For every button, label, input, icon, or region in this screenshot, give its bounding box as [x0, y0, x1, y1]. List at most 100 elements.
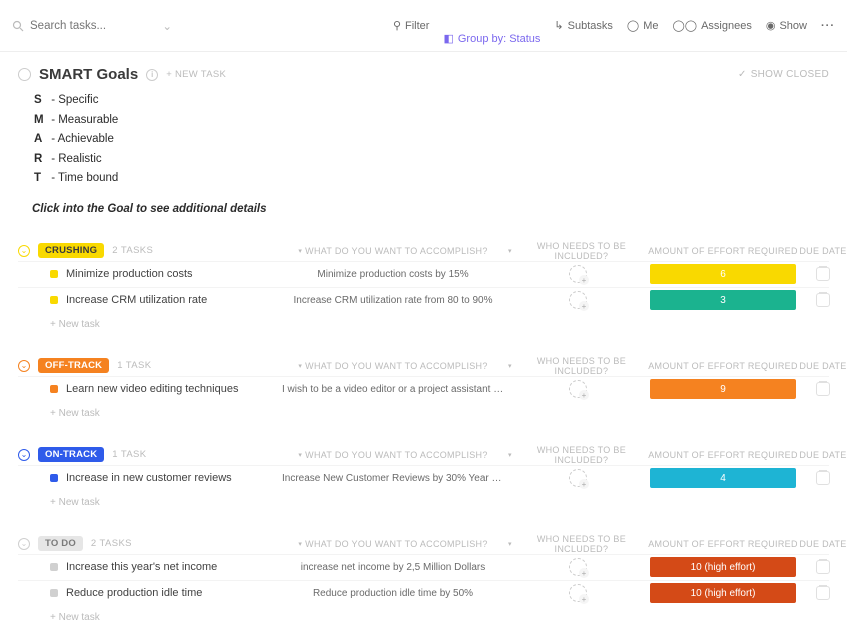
col-due: DUE DATE: [798, 361, 847, 371]
task-desc: Minimize production costs by 15%: [278, 269, 508, 280]
people-icon: ◯◯: [672, 19, 697, 32]
search-input[interactable]: [30, 20, 130, 32]
calendar-icon: [816, 586, 830, 600]
col-included: ▾WHO NEEDS TO BE INCLUDED?: [508, 534, 648, 554]
due-date-cell[interactable]: [798, 267, 847, 281]
assignee-avatar-icon[interactable]: [569, 584, 587, 602]
col-effort: AMOUNT OF EFFORT REQUIRED: [648, 246, 798, 256]
col-accomplish: ▾WHAT DO YOU WANT TO ACCOMPLISH?: [278, 361, 508, 371]
task-title: Increase CRM utilization rate: [66, 294, 207, 306]
due-date-cell[interactable]: [798, 586, 847, 600]
assignee-avatar-icon[interactable]: [569, 265, 587, 283]
col-due: DUE DATE: [798, 450, 847, 460]
group-icon: ◧: [443, 32, 453, 45]
assignees-button[interactable]: ◯◯ Assignees: [672, 19, 751, 32]
task-row[interactable]: Increase this year's net income increase…: [18, 554, 829, 580]
assignee-cell[interactable]: [508, 584, 648, 602]
task-row[interactable]: Minimize production costs Minimize produ…: [18, 261, 829, 287]
collapse-icon[interactable]: ⌄: [18, 360, 30, 372]
eye-icon: ◉: [766, 19, 776, 32]
subtasks-label: Subtasks: [568, 20, 613, 32]
check-icon: ✓: [738, 69, 747, 80]
task-row[interactable]: Learn new video editing techniques I wis…: [18, 376, 829, 402]
task-desc: I wish to be a video editor or a project…: [278, 384, 508, 395]
status-square-icon: [50, 589, 58, 597]
calendar-icon: [816, 560, 830, 574]
assignee-cell[interactable]: [508, 265, 648, 283]
status-pill[interactable]: TO DO: [38, 536, 83, 551]
show-closed-button[interactable]: ✓ SHOW CLOSED: [738, 69, 829, 80]
task-count: 1 TASK: [112, 449, 146, 460]
task-row[interactable]: Increase in new customer reviews Increas…: [18, 465, 829, 491]
task-desc: Increase New Customer Reviews by 30% Yea…: [278, 473, 508, 484]
assignee-cell[interactable]: [508, 291, 648, 309]
calendar-icon: [816, 382, 830, 396]
new-task-button[interactable]: + NEW TASK: [166, 69, 226, 80]
task-desc: Reduce production idle time by 50%: [278, 588, 508, 599]
show-closed-label: SHOW CLOSED: [751, 69, 829, 80]
task-count: 2 TASKS: [112, 245, 153, 256]
status-pill[interactable]: CRUSHING: [38, 243, 104, 258]
col-accomplish: ▾WHAT DO YOU WANT TO ACCOMPLISH?: [278, 246, 508, 256]
subtasks-button[interactable]: ↳ Subtasks: [554, 19, 612, 32]
assignee-avatar-icon[interactable]: [569, 469, 587, 487]
new-task-row[interactable]: + New task: [18, 491, 829, 508]
smart-definition: S - SpecificM - MeasurableA - Achievable…: [34, 91, 829, 189]
more-icon[interactable]: ···: [821, 20, 835, 32]
task-title: Reduce production idle time: [66, 587, 202, 599]
collapse-icon[interactable]: ⌄: [18, 538, 30, 550]
me-button[interactable]: ◯ Me: [627, 19, 659, 32]
task-title: Minimize production costs: [66, 268, 193, 280]
task-title: Learn new video editing techniques: [66, 383, 238, 395]
search-icon: [12, 20, 24, 32]
status-square-icon: [50, 474, 58, 482]
due-date-cell[interactable]: [798, 293, 847, 307]
task-title: Increase in new customer reviews: [66, 472, 232, 484]
status-pill[interactable]: ON-TRACK: [38, 447, 104, 462]
effort-badge: 9: [650, 379, 796, 399]
title-status-icon: [18, 68, 31, 81]
status-pill[interactable]: OFF-TRACK: [38, 358, 109, 373]
col-effort: AMOUNT OF EFFORT REQUIRED: [648, 361, 798, 371]
new-task-row[interactable]: + New task: [18, 606, 829, 623]
new-task-row[interactable]: + New task: [18, 402, 829, 419]
calendar-icon: [816, 293, 830, 307]
status-square-icon: [50, 385, 58, 393]
col-included: ▾WHO NEEDS TO BE INCLUDED?: [508, 356, 648, 376]
info-icon[interactable]: i: [146, 69, 158, 81]
col-included: ▾WHO NEEDS TO BE INCLUDED?: [508, 445, 648, 465]
assignee-avatar-icon[interactable]: [569, 291, 587, 309]
show-button[interactable]: ◉ Show: [766, 19, 807, 32]
collapse-icon[interactable]: ⌄: [18, 449, 30, 461]
task-desc: Increase CRM utilization rate from 80 to…: [278, 295, 508, 306]
assignees-label: Assignees: [701, 20, 752, 32]
col-due: DUE DATE: [798, 539, 847, 549]
collapse-icon[interactable]: ⌄: [18, 245, 30, 257]
effort-badge: 6: [650, 264, 796, 284]
show-label: Show: [779, 20, 807, 32]
task-desc: increase net income by 2,5 Million Dolla…: [278, 562, 508, 573]
task-count: 1 TASK: [117, 360, 151, 371]
due-date-cell[interactable]: [798, 560, 847, 574]
subtasks-icon: ↳: [554, 19, 563, 32]
assignee-cell[interactable]: [508, 469, 648, 487]
hint-text: Click into the Goal to see additional de…: [32, 203, 829, 215]
assignee-cell[interactable]: [508, 558, 648, 576]
assignee-avatar-icon[interactable]: [569, 380, 587, 398]
task-title: Increase this year's net income: [66, 561, 217, 573]
assignee-cell[interactable]: [508, 380, 648, 398]
task-row[interactable]: Reduce production idle time Reduce produ…: [18, 580, 829, 606]
effort-badge: 4: [650, 468, 796, 488]
chevron-down-icon[interactable]: ⌄: [162, 19, 172, 33]
status-square-icon: [50, 270, 58, 278]
due-date-cell[interactable]: [798, 382, 847, 396]
assignee-avatar-icon[interactable]: [569, 558, 587, 576]
col-accomplish: ▾WHAT DO YOU WANT TO ACCOMPLISH?: [278, 450, 508, 460]
new-task-row[interactable]: + New task: [18, 313, 829, 330]
filter-button[interactable]: ⚲ Filter: [393, 19, 430, 32]
col-effort: AMOUNT OF EFFORT REQUIRED: [648, 539, 798, 549]
filter-label: Filter: [405, 20, 429, 32]
group-by-button[interactable]: ◧ Group by: Status: [443, 32, 540, 45]
due-date-cell[interactable]: [798, 471, 847, 485]
task-row[interactable]: Increase CRM utilization rate Increase C…: [18, 287, 829, 313]
